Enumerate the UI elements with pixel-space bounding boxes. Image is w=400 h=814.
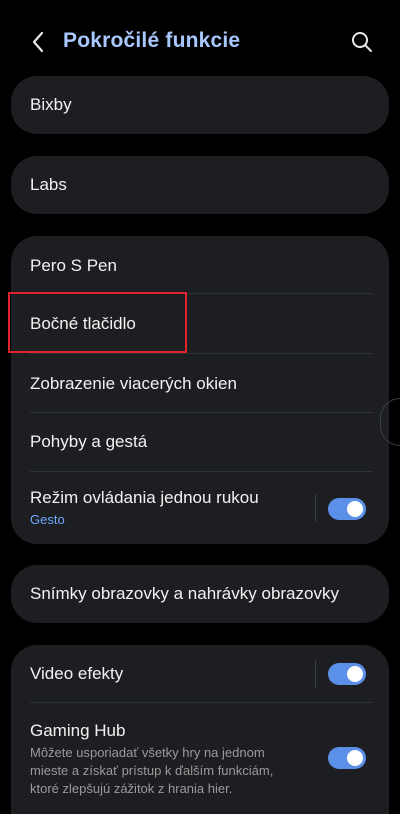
menu-item-one-handed[interactable]: Režim ovládania jednou rukou Gesto xyxy=(11,472,389,544)
search-icon xyxy=(352,32,372,52)
menu-item-label: Pero S Pen xyxy=(30,256,117,275)
menu-item-motions[interactable]: Pohyby a gestá xyxy=(11,413,389,472)
menu-item-label: Gaming Hub xyxy=(30,721,126,740)
toggle-knob xyxy=(347,750,363,766)
menu-item-labs[interactable]: Labs xyxy=(11,156,389,214)
gaming-hub-toggle[interactable] xyxy=(328,747,366,769)
menu-item-video-effects[interactable]: Video efekty xyxy=(11,645,389,703)
toggle-separator xyxy=(315,660,316,688)
menu-item-label: Labs xyxy=(30,175,67,194)
toggle-knob xyxy=(347,501,363,517)
video-effects-toggle[interactable] xyxy=(328,663,366,685)
page-title: Pokročilé funkcie xyxy=(63,29,241,52)
back-button[interactable] xyxy=(24,28,52,56)
toggle-separator xyxy=(315,494,316,522)
highlight-box xyxy=(8,292,187,353)
menu-item-label: Video efekty xyxy=(30,664,124,683)
menu-item-sublabel: Gesto xyxy=(30,512,65,527)
settings-card-screenshots: Snímky obrazovky a nahrávky obrazovky xyxy=(11,565,389,623)
menu-item-bixby[interactable]: Bixby xyxy=(11,76,389,134)
search-button[interactable] xyxy=(348,28,376,56)
menu-item-description: Môžete usporiadať všetky hry na jednom m… xyxy=(30,745,274,796)
settings-card-group-main: Pero S Pen Bočné tlačidlo Zobrazenie via… xyxy=(11,236,389,544)
settings-card-labs: Labs xyxy=(11,156,389,214)
menu-item-label: Pohyby a gestá xyxy=(30,432,148,451)
menu-item-screenshots[interactable]: Snímky obrazovky a nahrávky obrazovky xyxy=(11,565,389,623)
menu-item-label: Zobrazenie viacerých okien xyxy=(30,374,237,393)
menu-item-label: Snímky obrazovky a nahrávky obrazovky xyxy=(30,584,339,603)
menu-item-gaming-hub[interactable]: Gaming Hub Môžete usporiadať všetky hry … xyxy=(11,703,389,814)
one-handed-toggle[interactable] xyxy=(328,498,366,520)
menu-item-pen[interactable]: Pero S Pen xyxy=(11,236,389,294)
back-chevron-icon xyxy=(32,31,44,53)
toggle-knob xyxy=(347,666,363,682)
menu-item-label: Bixby xyxy=(30,95,72,114)
settings-card-media: Video efekty Gaming Hub Môžete usporiada… xyxy=(11,645,389,814)
app-header: Pokročilé funkcie xyxy=(0,0,400,80)
menu-item-multi-window[interactable]: Zobrazenie viacerých okien xyxy=(11,354,389,413)
menu-item-label: Režim ovládania jednou rukou xyxy=(30,488,259,507)
settings-card-bixby: Bixby xyxy=(11,76,389,134)
